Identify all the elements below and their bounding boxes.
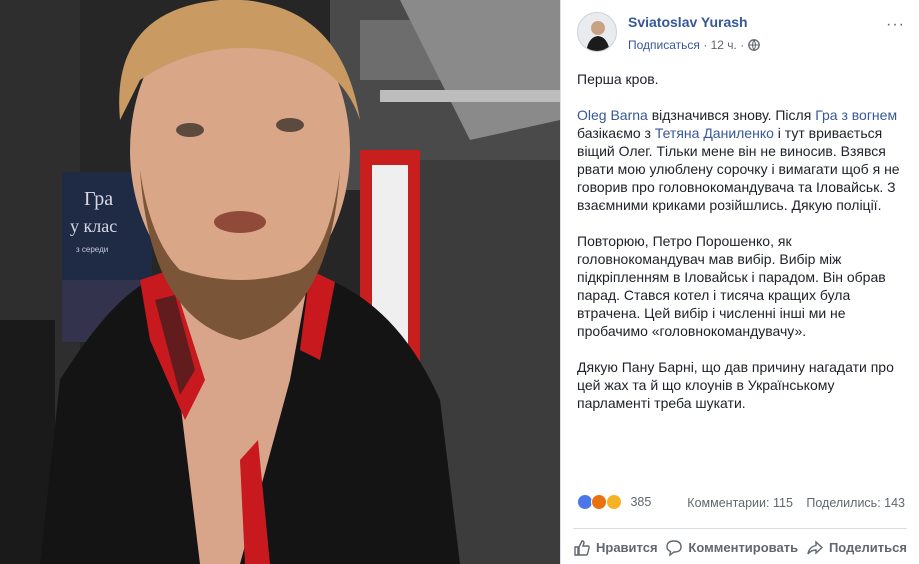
share-label: Поделиться bbox=[828, 540, 907, 555]
follow-link[interactable]: Подписаться bbox=[628, 38, 700, 52]
post-panel: Sviatoslav Yurash Подписаться · 12 ч. · … bbox=[560, 0, 919, 564]
post-meta: Подписаться · 12 ч. · bbox=[628, 38, 760, 54]
paragraph-2-text: відзначився знову. Після bbox=[647, 107, 816, 123]
paragraph-3: Повторюю, Петро Порошенко, як головноком… bbox=[577, 233, 886, 339]
comments-count[interactable]: Комментарии: 115 bbox=[687, 496, 793, 510]
reactions-summary[interactable]: 385 bbox=[577, 494, 651, 514]
poster-title-1: Гра bbox=[84, 188, 113, 210]
more-options-icon[interactable]: ··· bbox=[886, 16, 905, 34]
post-time[interactable]: 12 ч. bbox=[711, 38, 737, 52]
action-bar: Нравится Комментировать Поделиться bbox=[573, 528, 907, 562]
globe-icon bbox=[747, 39, 760, 54]
like-button[interactable]: Нравится bbox=[573, 535, 658, 557]
comment-label: Комментировать bbox=[688, 540, 799, 555]
paragraph-1: Перша кров. bbox=[577, 71, 659, 87]
post-stats: 385 Комментарии: 115 Поделились: 143 bbox=[577, 494, 905, 514]
wow-reaction-icon bbox=[605, 494, 622, 510]
comment-button[interactable]: Комментировать bbox=[665, 535, 798, 557]
mention-tetiana-danylenko[interactable]: Тетяна Даниленко bbox=[655, 125, 774, 141]
share-button[interactable]: Поделиться bbox=[806, 535, 907, 557]
paragraph-2: Oleg Barna відзначився знову. Після Гра … bbox=[577, 106, 902, 214]
reactions-count: 385 bbox=[630, 495, 652, 509]
avatar[interactable] bbox=[577, 12, 617, 52]
post-photo[interactable]: Гра у клас з середи bbox=[0, 0, 560, 564]
paragraph-4: Дякую Пану Барні, що дав причину нагадат… bbox=[577, 359, 894, 411]
like-label: Нравится bbox=[596, 540, 658, 555]
thumbs-up-icon bbox=[574, 539, 590, 556]
shares-count[interactable]: Поделились: 143 bbox=[806, 496, 905, 510]
meta-separator: · bbox=[740, 38, 748, 52]
share-icon bbox=[807, 539, 823, 555]
selfie-image: Гра у клас з середи bbox=[0, 0, 560, 564]
poster-sub: з середи bbox=[76, 245, 108, 254]
paragraph-2-text: базікаємо з bbox=[577, 125, 655, 141]
meta-separator: · bbox=[703, 38, 711, 52]
author-name[interactable]: Sviatoslav Yurash bbox=[628, 14, 748, 30]
mention-oleg-barna[interactable]: Oleg Barna bbox=[577, 107, 648, 123]
post-body: Перша кров. Oleg Barna відзначився знову… bbox=[577, 70, 902, 430]
link-hra-z-vohnem[interactable]: Гра з вогнем bbox=[815, 107, 897, 123]
comment-icon bbox=[666, 539, 683, 557]
post-header: Sviatoslav Yurash Подписаться · 12 ч. · … bbox=[577, 12, 909, 56]
avatar-image bbox=[578, 13, 616, 51]
poster-title-2: у клас bbox=[70, 216, 117, 236]
stats-right: Комментарии: 115 Поделились: 143 bbox=[677, 496, 905, 510]
